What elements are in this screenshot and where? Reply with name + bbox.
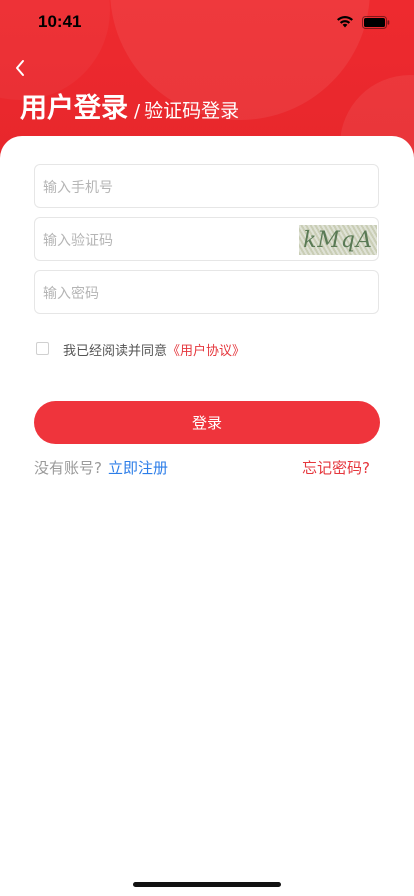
no-account-text: 没有账号?: [34, 459, 102, 477]
password-field[interactable]: [34, 270, 379, 315]
title-separator: /: [134, 101, 141, 122]
phone-field[interactable]: [34, 164, 379, 209]
page-title: 用户登录: [20, 93, 128, 124]
register-link[interactable]: 立即注册: [108, 459, 168, 477]
battery-icon: [362, 16, 390, 29]
captcha-image[interactable]: kMqA: [299, 225, 377, 255]
back-chevron-icon[interactable]: [14, 58, 34, 78]
agreement-checkbox[interactable]: [36, 342, 49, 355]
phone-input[interactable]: [41, 165, 295, 209]
verify-code-input[interactable]: [41, 218, 295, 262]
register-row: 没有账号? 立即注册: [34, 457, 168, 478]
user-agreement-link[interactable]: 《用户协议》: [167, 344, 245, 359]
wifi-icon: [337, 16, 353, 28]
verify-code-field[interactable]: kMqA: [34, 217, 379, 262]
switch-login-mode-link[interactable]: 验证码登录: [144, 100, 239, 122]
status-time: 10:41: [38, 12, 82, 31]
page-title-row: 用户登录 / 验证码登录: [20, 86, 239, 125]
login-button[interactable]: 登录: [34, 401, 380, 444]
forgot-password-link[interactable]: 忘记密码?: [302, 457, 370, 478]
agreement-text: 我已经阅读并同意: [63, 344, 168, 359]
status-bar: 10:41: [0, 0, 414, 44]
home-indicator: [133, 882, 281, 887]
agreement-row: 我已经阅读并同意《用户协议》: [36, 340, 245, 359]
password-input[interactable]: [41, 271, 295, 315]
